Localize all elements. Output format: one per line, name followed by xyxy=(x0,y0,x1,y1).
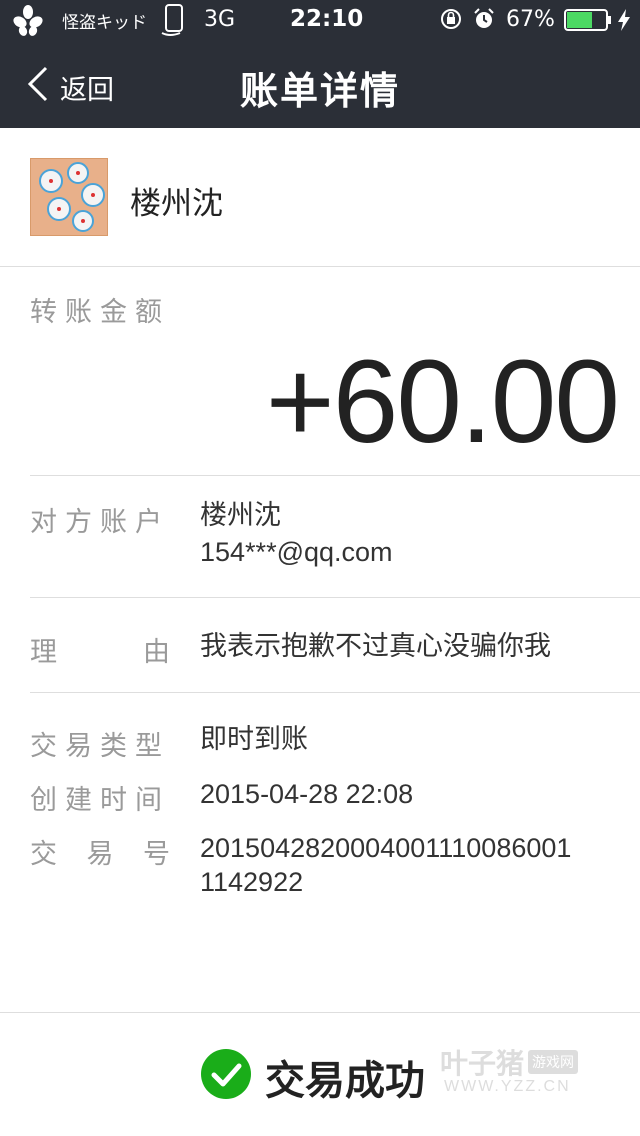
trade-no-label: 交 易 号 xyxy=(30,832,170,871)
flower-icon xyxy=(13,5,43,36)
check-circle-icon xyxy=(201,1049,251,1099)
reason-value: 我表示抱歉不过真心没骗你我 xyxy=(200,631,551,662)
trade-status: 交易成功 xyxy=(265,1058,425,1104)
amount-label: 转账金额 xyxy=(30,297,170,328)
avatar[interactable] xyxy=(30,158,108,236)
alarm-icon xyxy=(474,8,494,28)
contact-row[interactable]: 楼州沈 xyxy=(0,128,640,266)
counterparty-account: 154***@qq.com xyxy=(200,537,393,567)
charging-icon xyxy=(618,9,630,31)
avatar-image xyxy=(31,159,107,235)
trade-type-value: 即时到账 xyxy=(200,724,308,755)
watermark-url: WWW.YZZ.CN xyxy=(444,1078,571,1095)
battery-icon xyxy=(564,9,611,31)
watermark-tag: 游戏网 xyxy=(528,1050,578,1074)
battery-percent: 67% xyxy=(506,7,555,32)
network-type: 3G xyxy=(204,7,236,32)
trade-no-label-c: 号 xyxy=(143,839,170,870)
reason-label-left: 理 xyxy=(30,637,57,668)
clock: 22:10 xyxy=(290,6,364,32)
amount-value: +60.00 xyxy=(265,336,620,468)
trade-type-label: 交易类型 xyxy=(30,731,170,762)
divider xyxy=(30,692,640,693)
reason-label: 理 由 xyxy=(30,630,170,669)
divider xyxy=(30,597,640,598)
contact-name: 楼州沈 xyxy=(130,186,223,222)
trade-no-value-line2: 1142922 xyxy=(200,867,304,897)
page-title: 账单详情 xyxy=(239,69,400,113)
nav-bar: 返回 账单详情 xyxy=(0,40,640,128)
counterparty-name: 楼州沈 xyxy=(200,500,281,531)
divider xyxy=(30,475,640,476)
footer: 交易成功 叶子猪 游戏网 WWW.YZZ.CN xyxy=(0,1012,640,1136)
carrier-name: 怪盗キッド xyxy=(62,13,147,33)
trade-no-label-b: 易 xyxy=(86,839,114,870)
divider xyxy=(0,266,640,267)
trade-no-value-line1: 2015042820004001110086001 xyxy=(200,833,572,863)
watermark-logo: 叶子猪 游戏网 WWW.YZZ.CN xyxy=(440,1042,600,1102)
created-time-value: 2015-04-28 22:08 xyxy=(200,779,414,809)
counterparty-label: 对方账户 xyxy=(30,507,170,538)
sim-icon xyxy=(161,4,183,36)
created-time-label: 创建时间 xyxy=(30,785,170,816)
reason-label-right: 由 xyxy=(143,637,170,668)
status-bar: 怪盗キッド 3G 22:10 67% xyxy=(0,0,640,40)
trade-no-label-a: 交 xyxy=(30,839,57,870)
watermark-main: 叶子猪 xyxy=(440,1047,525,1080)
rotation-lock-icon xyxy=(441,9,461,29)
